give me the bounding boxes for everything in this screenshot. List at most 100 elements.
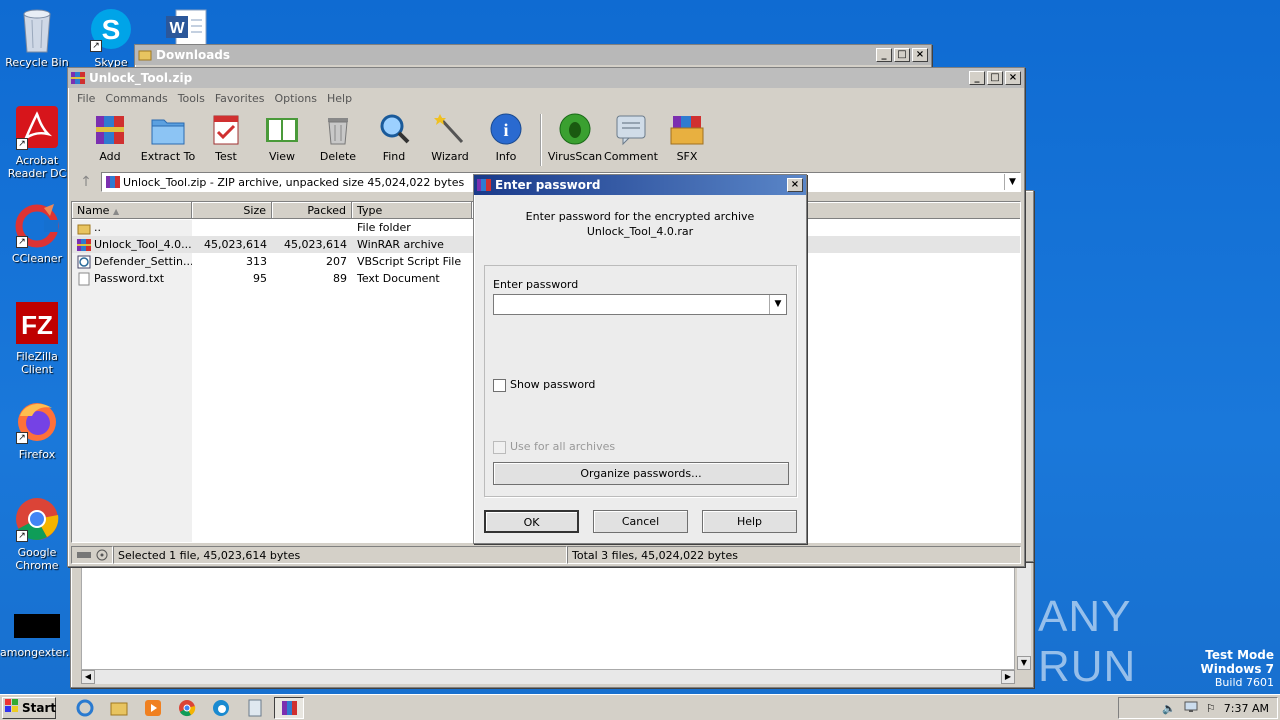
toolbar-extract-button[interactable]: Extract To: [138, 112, 198, 163]
scroll-right-icon[interactable]: ▶: [1001, 670, 1015, 684]
minimize-button[interactable]: _: [969, 71, 985, 85]
show-password-checkbox[interactable]: Show password: [493, 378, 595, 392]
desktop-icon-recycle-bin[interactable]: Recycle Bin: [0, 6, 74, 69]
toolbar-find-button[interactable]: Find: [366, 112, 422, 163]
horizontal-scrollbar[interactable]: ◀ ▶: [81, 670, 1015, 684]
checkbox-icon: [493, 378, 506, 392]
chevron-down-icon[interactable]: ▼: [1004, 174, 1020, 190]
desktop-icon-firefox[interactable]: ↗ Firefox: [0, 398, 74, 461]
winrar-app-icon: [477, 178, 491, 192]
volume-icon[interactable]: 🔈: [1162, 702, 1176, 715]
cancel-button[interactable]: Cancel: [593, 510, 688, 533]
desktop-icon-acrobat[interactable]: ↗ Acrobat Reader DC: [0, 104, 74, 180]
sfx-box-icon: [669, 112, 705, 146]
password-input[interactable]: ▼: [493, 294, 787, 315]
downloads-window-body: ▼ ◀ ▶: [70, 560, 1034, 688]
desktop-icon-amongexter[interactable]: amongexter...: [0, 614, 76, 659]
menu-favorites[interactable]: Favorites: [210, 92, 270, 105]
toolbar-virusscan-button[interactable]: VirusScan: [547, 112, 603, 163]
drive-icon[interactable]: [71, 546, 113, 564]
svg-text:i: i: [503, 120, 508, 140]
scroll-left-icon[interactable]: ◀: [81, 670, 95, 684]
network-icon[interactable]: [1184, 701, 1198, 716]
menu-tools[interactable]: Tools: [173, 92, 210, 105]
clock[interactable]: 7:37 AM: [1224, 702, 1269, 715]
ccleaner-icon: ↗: [14, 202, 60, 248]
view-book-icon: [264, 112, 300, 146]
help-button[interactable]: Help: [702, 510, 797, 533]
windows-logo-icon: [5, 699, 19, 716]
comment-icon: [613, 112, 649, 146]
flag-icon[interactable]: ⚐: [1206, 702, 1216, 715]
svg-text:S: S: [102, 14, 121, 45]
taskbar-chrome-icon[interactable]: [172, 697, 202, 719]
toolbar-comment-button[interactable]: Comment: [603, 112, 659, 163]
vertical-scrollbar[interactable]: ▼: [1017, 562, 1031, 670]
close-button[interactable]: ×: [1005, 71, 1021, 85]
maximize-button[interactable]: □: [894, 48, 910, 62]
folder-up-icon: [77, 221, 91, 235]
taskbar-explorer-icon[interactable]: [104, 697, 134, 719]
use-for-all-checkbox[interactable]: Use for all archives: [493, 440, 615, 454]
menu-commands[interactable]: Commands: [100, 92, 172, 105]
shortcut-arrow-icon: ↗: [90, 40, 102, 52]
toolbar-wizard-button[interactable]: Wizard: [422, 112, 478, 163]
up-arrow-icon[interactable]: ↑: [71, 174, 101, 190]
dialog-titlebar[interactable]: Enter password ×: [474, 175, 806, 195]
scroll-down-icon[interactable]: ▼: [1017, 656, 1031, 670]
column-type[interactable]: Type: [352, 202, 472, 218]
word-document-icon[interactable]: W: [164, 8, 210, 48]
toolbar-sfx-button[interactable]: SFX: [659, 112, 715, 163]
filezilla-icon: FZ: [14, 300, 60, 346]
toolbar-delete-button[interactable]: Delete: [310, 112, 366, 163]
ok-button[interactable]: OK: [484, 510, 579, 533]
info-icon: i: [488, 112, 524, 146]
toolbar-add-button[interactable]: Add: [82, 112, 138, 163]
taskbar-winrar-icon[interactable]: [274, 696, 304, 719]
toolbar-info-button[interactable]: i Info: [478, 112, 534, 163]
taskbar-media-player-icon[interactable]: [138, 697, 168, 719]
menu-options[interactable]: Options: [270, 92, 322, 105]
firefox-icon: ↗: [14, 398, 60, 444]
menu-file[interactable]: File: [72, 92, 100, 105]
status-selected: Selected 1 file, 45,023,614 bytes: [113, 546, 567, 564]
close-button[interactable]: ×: [787, 178, 803, 192]
menu-help[interactable]: Help: [322, 92, 357, 105]
start-button[interactable]: Start: [2, 696, 56, 719]
svg-text:FZ: FZ: [21, 310, 53, 340]
minimize-button[interactable]: _: [876, 48, 892, 62]
chrome-icon: ↗: [14, 496, 60, 542]
taskbar: Start 🔈 ⚐ 7:37 AM: [0, 694, 1280, 720]
chevron-down-icon[interactable]: ▼: [769, 295, 786, 314]
wand-icon: [432, 112, 468, 146]
downloads-titlebar[interactable]: Downloads _ □ ×: [135, 45, 931, 65]
enter-password-dialog[interactable]: Enter password × Enter password for the …: [473, 174, 807, 544]
menu-bar: File Commands Tools Favorites Options He…: [68, 88, 1024, 108]
winrar-titlebar[interactable]: Unlock_Tool.zip _ □ ×: [68, 68, 1024, 88]
column-size[interactable]: Size: [192, 202, 272, 218]
desktop-icon-filezilla[interactable]: FZ FileZilla Client: [0, 300, 74, 376]
maximize-button[interactable]: □: [987, 71, 1003, 85]
taskbar-notepad-icon[interactable]: [240, 697, 270, 719]
dialog-message: Enter password for the encrypted archive…: [525, 210, 755, 238]
desktop-icon-ccleaner[interactable]: ↗ CCleaner: [0, 202, 74, 265]
system-tray: 🔈 ⚐ 7:37 AM: [1118, 697, 1278, 719]
recycle-bin-icon: [14, 6, 60, 53]
rar-icon: [77, 238, 91, 252]
toolbar-view-button[interactable]: View: [254, 112, 310, 163]
sort-up-icon: ▲: [112, 207, 120, 216]
status-bar: Selected 1 file, 45,023,614 bytes Total …: [71, 545, 1021, 565]
toolbar-test-button[interactable]: Test: [198, 112, 254, 163]
taskbar-ie-icon[interactable]: [70, 697, 100, 719]
organize-passwords-button[interactable]: Organize passwords...: [493, 462, 789, 485]
desktop-icon-chrome[interactable]: ↗ Google Chrome: [0, 496, 74, 572]
close-button[interactable]: ×: [912, 48, 928, 62]
column-name[interactable]: Name ▲: [72, 202, 192, 218]
downloads-file-area[interactable]: [81, 562, 1015, 670]
taskbar-edge-icon[interactable]: [206, 697, 236, 719]
downloads-window[interactable]: Downloads _ □ ×: [134, 44, 932, 68]
column-packed[interactable]: Packed: [272, 202, 352, 218]
extract-folder-icon: [150, 112, 186, 146]
archive-icon: [106, 175, 120, 189]
magnifier-icon: [376, 112, 412, 146]
